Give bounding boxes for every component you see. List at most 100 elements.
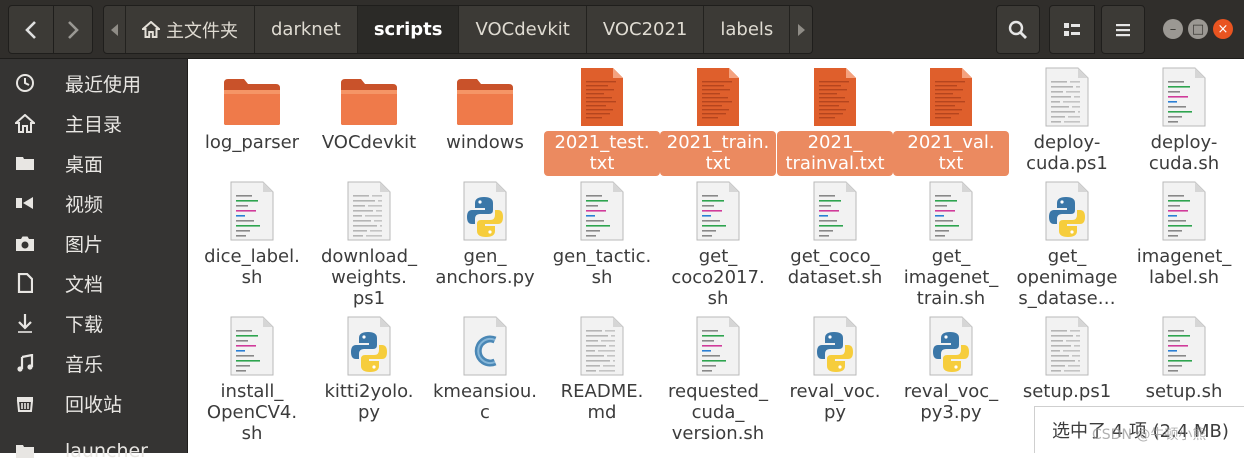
- sidebar-item-documents[interactable]: 文档: [0, 263, 188, 303]
- file-item[interactable]: deploy- cuda.ps1: [1009, 65, 1125, 176]
- file-item[interactable]: gen_tactic. sh: [544, 179, 660, 290]
- sidebar-item-music[interactable]: 音乐: [0, 343, 188, 383]
- sidebar-item-pictures[interactable]: 图片: [0, 223, 188, 263]
- camera-icon: [0, 235, 50, 252]
- view-toggle-button[interactable]: [1049, 5, 1095, 54]
- file-item[interactable]: reval_voc_ py3.py: [893, 314, 1009, 425]
- file-item[interactable]: kmeansiou. c: [427, 314, 543, 425]
- chevron-right-icon: [68, 20, 79, 39]
- file-item[interactable]: deploy- cuda.sh: [1126, 65, 1242, 176]
- file-item[interactable]: gen_ anchors.py: [427, 179, 543, 290]
- sidebar-item-recent[interactable]: 最近使用: [0, 63, 188, 103]
- file-item[interactable]: get_ coco2017. sh: [660, 179, 776, 311]
- script-file-icon: [1161, 65, 1207, 127]
- file-item[interactable]: 2021_ trainval.txt: [777, 65, 893, 176]
- close-icon: ×: [1217, 21, 1229, 37]
- folder-item[interactable]: log_parser: [194, 65, 310, 155]
- forward-button[interactable]: [53, 5, 93, 54]
- sidebar-item-home[interactable]: 主目录: [0, 103, 188, 143]
- caret-right-icon: [798, 23, 806, 36]
- file-name: 2021_train. txt: [660, 131, 776, 176]
- c-source-file-icon: [462, 314, 508, 376]
- menu-button[interactable]: [1101, 5, 1145, 54]
- sidebar-item-launcher[interactable]: launcher: [0, 431, 188, 471]
- sidebar-item-label: 文档: [65, 273, 104, 296]
- file-item[interactable]: setup.ps1: [1009, 314, 1125, 404]
- sidebar-item-videos[interactable]: 视频: [0, 183, 188, 223]
- sidebar-item-label: 下载: [65, 313, 104, 336]
- file-item[interactable]: get_ openimage s_datase…: [1009, 179, 1125, 311]
- minimize-button[interactable]: –: [1163, 19, 1183, 39]
- sidebar-item-desktop[interactable]: 桌面: [0, 143, 188, 183]
- file-item[interactable]: get_ imagenet_ train.sh: [893, 179, 1009, 311]
- file-item[interactable]: 2021_train. txt: [660, 65, 776, 176]
- file-item[interactable]: 2021_test. txt: [544, 65, 660, 176]
- sidebar-item-downloads[interactable]: 下载: [0, 303, 188, 343]
- file-item[interactable]: install_ OpenCV4. sh: [194, 314, 310, 446]
- caret-left-icon: [110, 23, 118, 36]
- crumb-label: 主文件夹: [166, 20, 238, 42]
- text-file-icon: [695, 65, 741, 127]
- back-button[interactable]: [8, 5, 54, 54]
- file-name: install_ OpenCV4. sh: [206, 381, 298, 444]
- file-name: imagenet_ label.sh: [1136, 246, 1232, 288]
- script-file-icon: [229, 179, 275, 241]
- breadcrumb-scroll-right[interactable]: [790, 6, 812, 53]
- file-item[interactable]: dice_label. sh: [194, 179, 310, 290]
- file-item[interactable]: setup.sh: [1126, 314, 1242, 404]
- file-item[interactable]: 2021_val. txt: [893, 65, 1009, 176]
- video-icon: [0, 196, 50, 210]
- search-button[interactable]: [996, 5, 1040, 54]
- text-file-icon: [579, 314, 625, 376]
- file-name: get_ imagenet_ train.sh: [903, 246, 999, 309]
- file-item[interactable]: kitti2yolo. py: [311, 314, 427, 425]
- crumb-label: labels: [720, 19, 774, 40]
- close-button[interactable]: ×: [1213, 19, 1233, 39]
- folder-item[interactable]: windows: [427, 65, 543, 155]
- script-file-icon: [695, 179, 741, 241]
- file-name: requested_ cuda_ version.sh: [668, 381, 768, 444]
- file-name: reval_voc. py: [789, 381, 881, 423]
- file-name: windows: [446, 132, 524, 153]
- file-item[interactable]: requested_ cuda_ version.sh: [660, 314, 776, 446]
- file-name: dice_label. sh: [204, 246, 300, 288]
- file-item[interactable]: README. md: [544, 314, 660, 425]
- script-file-icon: [928, 179, 974, 241]
- file-item[interactable]: imagenet_ label.sh: [1126, 179, 1242, 290]
- crumb-darknet[interactable]: darknet: [255, 6, 358, 53]
- sidebar-item-label: 主目录: [65, 113, 123, 136]
- crumb-home[interactable]: 主文件夹: [126, 6, 255, 53]
- file-item[interactable]: reval_voc. py: [777, 314, 893, 425]
- sidebar-item-label: 音乐: [65, 353, 104, 376]
- python-file-icon: [346, 314, 392, 376]
- folder-item[interactable]: VOCdevkit: [311, 65, 427, 155]
- crumb-scripts[interactable]: scripts: [357, 6, 460, 53]
- breadcrumb-scroll-left[interactable]: [104, 6, 126, 53]
- file-name: deploy- cuda.ps1: [1026, 132, 1108, 174]
- maximize-button[interactable]: □: [1188, 19, 1208, 39]
- script-file-icon: [579, 179, 625, 241]
- script-file-icon: [1161, 314, 1207, 376]
- text-file-icon: [1044, 65, 1090, 127]
- crumb-vocdevkit[interactable]: VOCdevkit: [459, 6, 587, 53]
- folder-icon: [455, 65, 515, 127]
- script-file-icon: [229, 314, 275, 376]
- file-name: setup.ps1: [1022, 381, 1112, 402]
- file-item[interactable]: download_ weights. ps1: [311, 179, 427, 311]
- download-icon: [0, 313, 50, 333]
- python-file-icon: [928, 314, 974, 376]
- folder-icon: [0, 155, 50, 171]
- file-name: 2021_val. txt: [893, 131, 1009, 176]
- python-file-icon: [812, 314, 858, 376]
- file-item[interactable]: get_coco_ dataset.sh: [777, 179, 893, 290]
- file-name: deploy- cuda.sh: [1148, 132, 1220, 174]
- text-file-icon: [812, 65, 858, 127]
- header-bar: 主文件夹 darknet scripts VOCdevkit VOC2021 l…: [0, 0, 1244, 59]
- file-name: get_ openimage s_datase…: [1016, 246, 1118, 309]
- folder-icon: [222, 65, 282, 127]
- sidebar-item-trash[interactable]: 回收站: [0, 383, 188, 423]
- launcher-icon: [0, 443, 50, 459]
- file-name: gen_tactic. sh: [552, 246, 652, 288]
- crumb-labels[interactable]: labels: [704, 6, 791, 53]
- crumb-voc2021[interactable]: VOC2021: [587, 6, 705, 53]
